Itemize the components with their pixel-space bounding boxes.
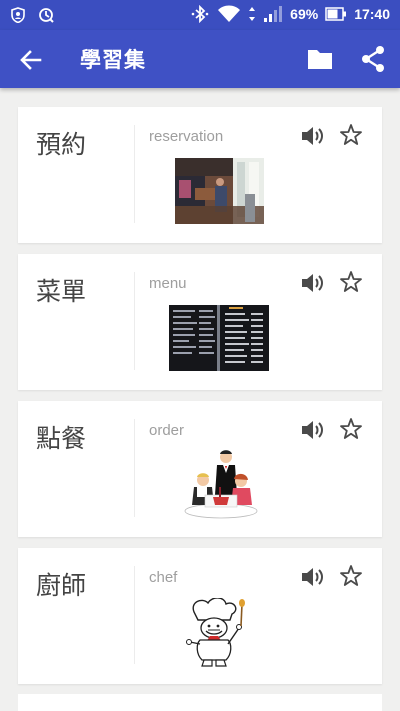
card-divider xyxy=(134,272,135,370)
page-title: 學習集 xyxy=(80,48,146,72)
folder-icon[interactable] xyxy=(306,46,334,72)
back-arrow-icon[interactable] xyxy=(18,47,44,73)
card-definition: chef xyxy=(149,569,178,586)
status-time: 17:40 xyxy=(354,6,390,22)
battery-icon xyxy=(325,7,347,21)
card-divider xyxy=(134,419,135,517)
card-term: 菜單 xyxy=(36,277,87,306)
wifi-icon xyxy=(218,5,241,22)
share-icon[interactable] xyxy=(360,45,386,73)
speaker-icon[interactable] xyxy=(300,566,324,588)
speaker-icon[interactable] xyxy=(300,272,324,294)
flashcard-partial[interactable] xyxy=(18,694,382,711)
sync-notification-icon xyxy=(39,8,54,23)
star-icon[interactable] xyxy=(339,270,363,294)
bluetooth-icon xyxy=(191,5,209,23)
star-icon[interactable] xyxy=(339,564,363,588)
star-icon[interactable] xyxy=(339,123,363,147)
menu-board-photo xyxy=(169,305,269,371)
card-definition: order xyxy=(149,422,185,439)
waiter-serving-diners-clipart xyxy=(184,450,258,519)
card-term: 點餐 xyxy=(36,424,87,453)
flashcard[interactable]: 點餐 order xyxy=(18,401,382,537)
status-bar: 69% 17:40 xyxy=(0,0,400,30)
speaker-icon[interactable] xyxy=(300,419,324,441)
flashcard[interactable]: 廚師 chef xyxy=(18,548,382,684)
star-icon[interactable] xyxy=(339,417,363,441)
card-definition: reservation xyxy=(149,128,224,145)
data-arrows-icon xyxy=(249,7,256,21)
signal-icon xyxy=(264,6,283,22)
restaurant-interior-photo xyxy=(175,158,264,224)
card-divider xyxy=(134,566,135,664)
card-term: 預約 xyxy=(36,130,87,159)
shield-notification-icon xyxy=(11,7,25,23)
card-divider xyxy=(134,125,135,223)
battery-percent: 69% xyxy=(290,6,319,22)
speaker-icon[interactable] xyxy=(300,125,324,147)
card-definition: menu xyxy=(149,275,187,292)
status-system-icons: 69% 17:40 xyxy=(190,5,390,23)
card-term: 廚師 xyxy=(36,571,87,600)
flashcard[interactable]: 預約 reservation xyxy=(18,107,382,243)
flashcard[interactable]: 菜單 menu xyxy=(18,254,382,390)
chef-cartoon-clipart xyxy=(186,598,245,667)
app-bar: 學習集 xyxy=(0,30,400,88)
status-notification-icons xyxy=(10,7,54,23)
